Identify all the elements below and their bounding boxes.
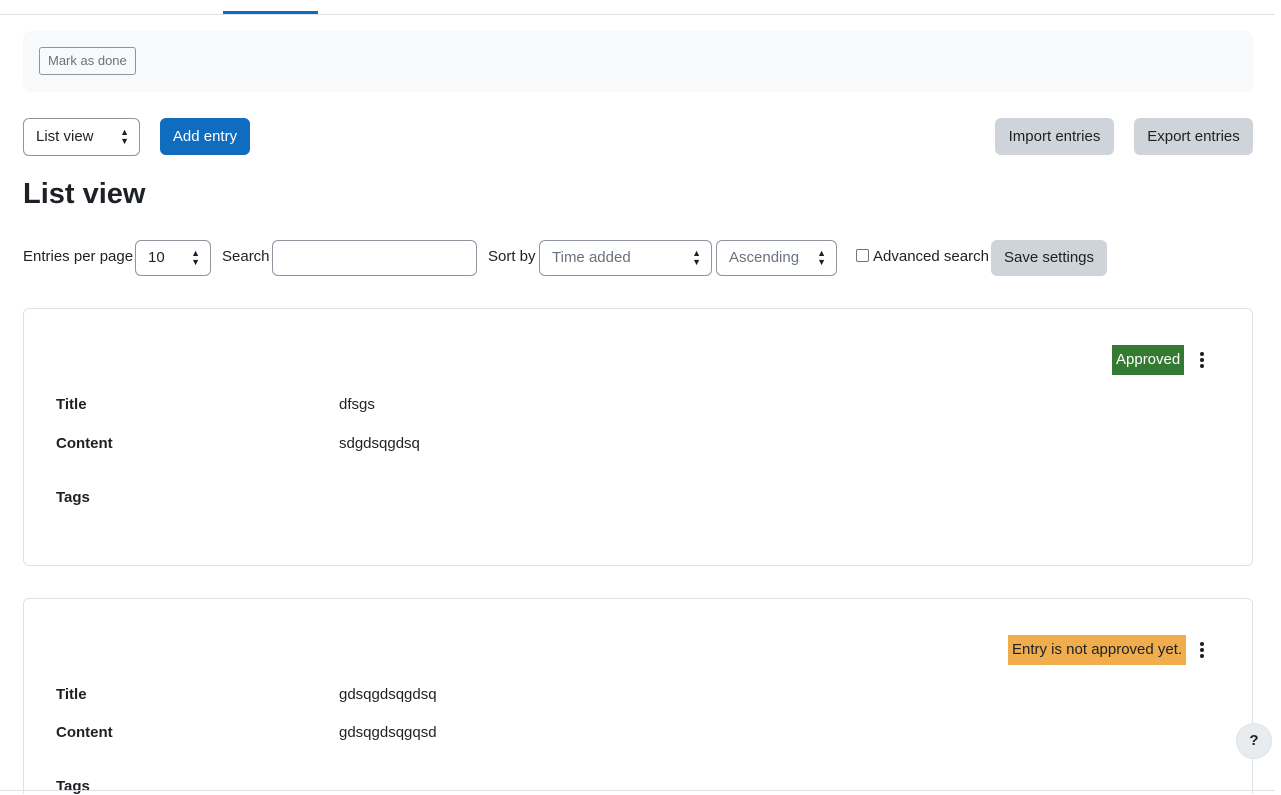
entry-card: Entry is not approved yet. Title gdsqgds… <box>23 598 1253 795</box>
advanced-search-label: Advanced search <box>873 248 989 265</box>
entries-per-page-select[interactable]: 10 ▲ ▼ <box>135 240 211 276</box>
more-actions-icon[interactable] <box>1197 642 1207 658</box>
field-label-tags: Tags <box>56 489 90 506</box>
sort-order-select[interactable]: Ascending ▲ ▼ <box>716 240 837 276</box>
advanced-search-checkbox[interactable] <box>856 249 869 262</box>
field-value-title: gdsqgdsqgdsq <box>339 686 437 703</box>
sort-by-label: Sort by <box>488 248 536 265</box>
select-arrows-icon: ▲ ▼ <box>817 248 826 267</box>
select-arrows-icon: ▲ ▼ <box>120 127 129 146</box>
select-arrows-icon: ▲ ▼ <box>191 248 200 267</box>
sort-field-select[interactable]: Time added ▲ ▼ <box>539 240 712 276</box>
field-label-content: Content <box>56 724 113 741</box>
footer-divider <box>0 790 1275 791</box>
view-select-value: List view <box>36 128 94 145</box>
field-label-title: Title <box>56 686 87 703</box>
field-value-content: sdgdsqgdsq <box>339 435 420 452</box>
page-title: List view <box>23 178 146 210</box>
field-value-title: dfsgs <box>339 396 375 413</box>
sort-field-value: Time added <box>552 249 631 266</box>
mark-as-done-button[interactable]: Mark as done <box>39 47 136 75</box>
field-label-tags: Tags <box>56 778 90 795</box>
view-select[interactable]: List view ▲ ▼ <box>23 118 140 156</box>
sort-order-value: Ascending <box>729 249 800 266</box>
more-actions-icon[interactable] <box>1197 352 1207 368</box>
add-entry-button[interactable]: Add entry <box>160 118 250 155</box>
active-tab-indicator <box>223 11 318 14</box>
export-entries-button[interactable]: Export entries <box>1134 118 1253 155</box>
entry-card: Approved Title dfsgs Content sdgdsqgdsq … <box>23 308 1253 566</box>
status-badge: Approved <box>1112 345 1185 375</box>
search-input[interactable] <box>272 240 477 276</box>
activity-completion-box: Mark as done <box>23 31 1253 92</box>
field-label-title: Title <box>56 396 87 413</box>
save-settings-button[interactable]: Save settings <box>991 240 1107 276</box>
search-label: Search <box>222 248 270 265</box>
question-icon: ? <box>1249 732 1259 749</box>
entries-per-page-value: 10 <box>148 249 165 266</box>
select-arrows-icon: ▲ ▼ <box>692 248 701 267</box>
field-value-content: gdsqgdsqgqsd <box>339 724 437 741</box>
status-badge: Entry is not approved yet. <box>1008 635 1187 665</box>
help-button[interactable]: ? <box>1236 723 1272 759</box>
field-label-content: Content <box>56 435 113 452</box>
entries-per-page-label: Entries per page <box>23 248 134 265</box>
secondary-navigation <box>0 0 1275 15</box>
import-entries-button[interactable]: Import entries <box>995 118 1114 155</box>
